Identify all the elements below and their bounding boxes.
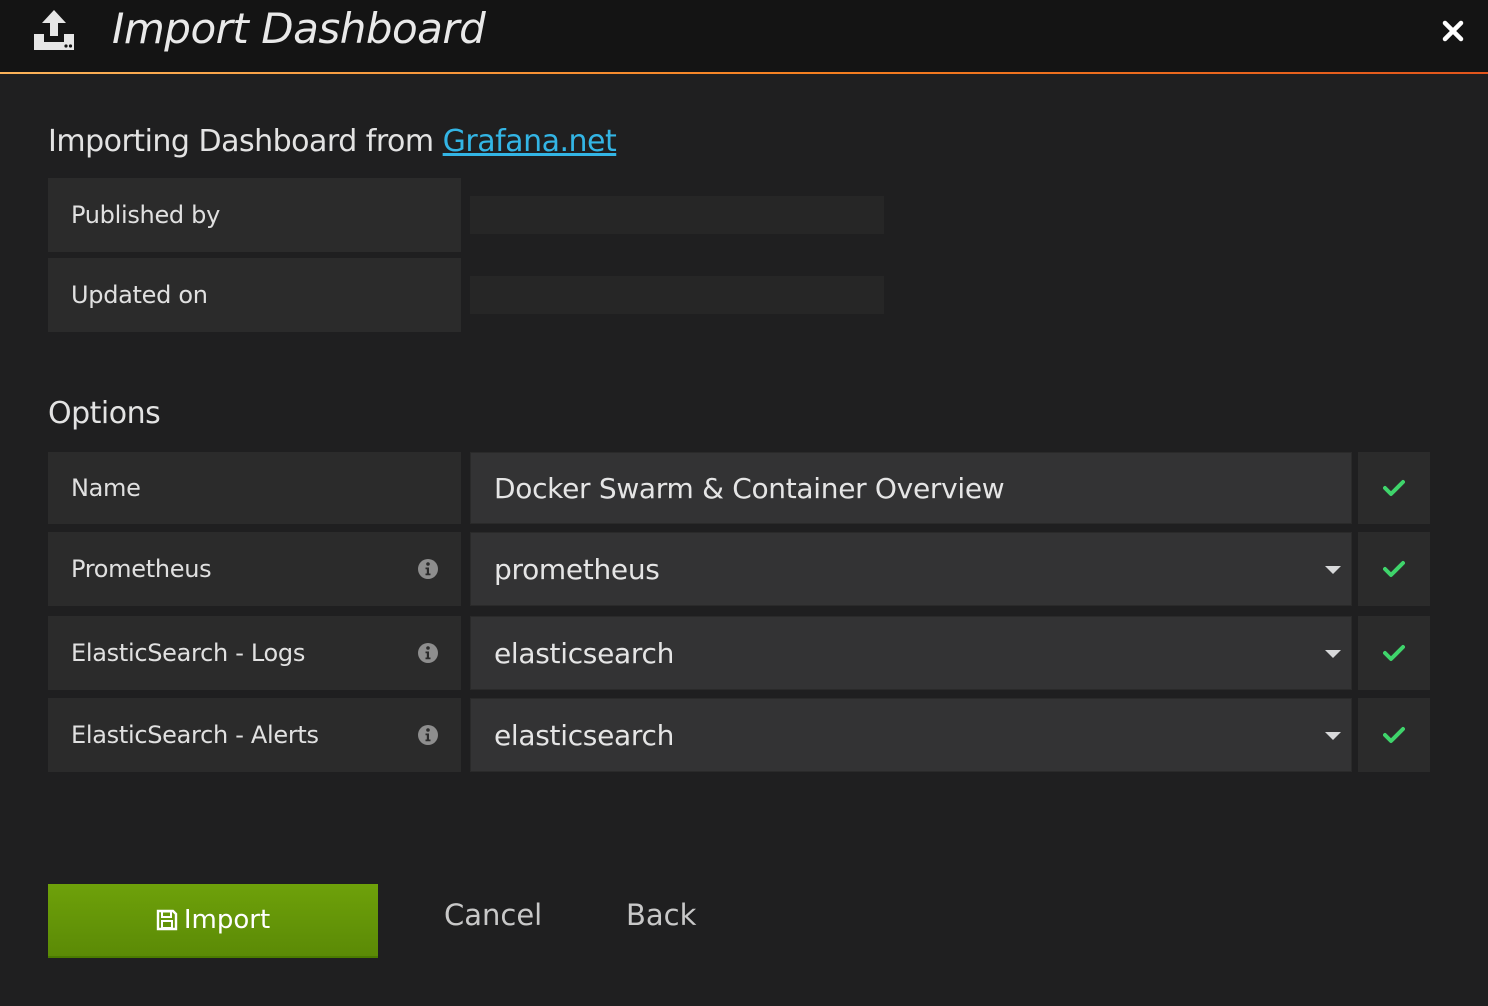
close-icon[interactable]: [1440, 18, 1466, 44]
updated-on-label-text: Updated on: [71, 281, 208, 309]
elasticsearch-logs-label-text: ElasticSearch - Logs: [71, 639, 306, 667]
checkmark-icon: [1383, 480, 1405, 496]
elasticsearch-alerts-selected-value: elasticsearch: [494, 718, 675, 752]
import-dashboard-modal: Import Dashboard Importing Dashboard fro…: [0, 0, 1488, 1006]
elasticsearch-logs-valid-indicator: [1358, 616, 1430, 690]
checkmark-icon: [1383, 645, 1405, 661]
header-accent-line: [0, 72, 1488, 74]
prometheus-selected-value: prometheus: [494, 552, 660, 586]
elasticsearch-logs-selected-value: elasticsearch: [494, 636, 675, 670]
updated-on-value: [470, 276, 884, 314]
published-by-label-text: Published by: [71, 201, 221, 229]
grafana-net-link[interactable]: Grafana.net: [443, 124, 617, 159]
dashboard-name-value: Docker Swarm & Container Overview: [494, 471, 1005, 505]
checkmark-icon: [1383, 727, 1405, 743]
chevron-down-icon: [1325, 732, 1341, 740]
name-label-text: Name: [71, 474, 141, 502]
elasticsearch-alerts-datasource-select[interactable]: elasticsearch: [470, 698, 1352, 772]
info-icon[interactable]: [417, 642, 439, 664]
updated-on-label: Updated on: [48, 258, 461, 332]
published-by-value: [470, 196, 884, 234]
prometheus-label: Prometheus: [48, 532, 461, 606]
elasticsearch-alerts-valid-indicator: [1358, 698, 1430, 772]
upload-icon: [34, 10, 74, 50]
info-icon[interactable]: [417, 724, 439, 746]
cancel-button[interactable]: Cancel: [444, 898, 542, 932]
info-icon[interactable]: [417, 558, 439, 580]
save-icon: [156, 909, 178, 931]
published-by-label: Published by: [48, 178, 461, 252]
modal-title: Import Dashboard: [112, 4, 486, 53]
name-valid-indicator: [1358, 452, 1430, 524]
import-button[interactable]: Import: [48, 884, 378, 958]
elasticsearch-logs-label: ElasticSearch - Logs: [48, 616, 461, 690]
chevron-down-icon: [1325, 650, 1341, 658]
dashboard-name-input[interactable]: Docker Swarm & Container Overview: [470, 452, 1352, 524]
import-button-label: Import: [183, 905, 271, 935]
back-button[interactable]: Back: [626, 898, 696, 932]
name-label: Name: [48, 452, 461, 524]
chevron-down-icon: [1325, 566, 1341, 574]
import-source-prefix: Importing Dashboard from: [48, 124, 434, 159]
elasticsearch-alerts-label: ElasticSearch - Alerts: [48, 698, 461, 772]
elasticsearch-alerts-label-text: ElasticSearch - Alerts: [71, 721, 319, 749]
options-heading: Options: [48, 396, 161, 431]
prometheus-valid-indicator: [1358, 532, 1430, 606]
modal-header: Import Dashboard: [0, 0, 1488, 72]
prometheus-label-text: Prometheus: [71, 555, 212, 583]
import-source-heading: Importing Dashboard from Grafana.net: [48, 124, 617, 159]
prometheus-datasource-select[interactable]: prometheus: [470, 532, 1352, 606]
checkmark-icon: [1383, 561, 1405, 577]
elasticsearch-logs-datasource-select[interactable]: elasticsearch: [470, 616, 1352, 690]
